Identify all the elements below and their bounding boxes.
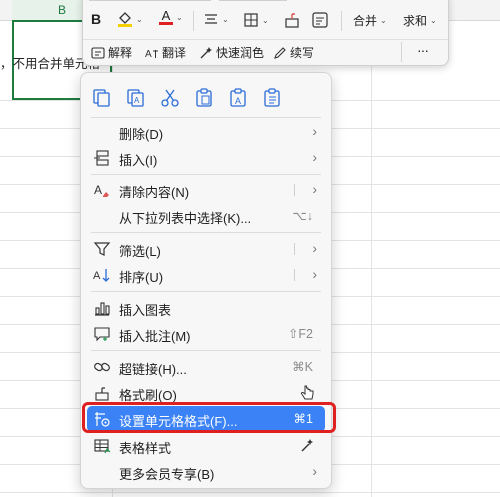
submenu-arrow-icon: ›: [312, 123, 317, 139]
table-style-icon: [94, 439, 111, 454]
merge-label: 合并: [353, 14, 378, 28]
menu-item-hyperlink[interactable]: 超链接(H)... ⌘K: [87, 354, 325, 380]
paste-icon[interactable]: [193, 87, 215, 109]
sort-icon: A: [93, 269, 110, 282]
font-color-letter: A: [161, 8, 171, 23]
sum-button[interactable]: 求和 ⌄: [403, 12, 437, 29]
format-painter-button[interactable]: [283, 11, 301, 29]
submenu-arrow-icon: ›: [312, 463, 317, 479]
quick-action-row: A A: [81, 81, 331, 115]
format-list-icon: [312, 12, 328, 28]
menu-item-label: 更多会员专享(B): [119, 467, 215, 482]
menu-item-sort[interactable]: A 排序(U) ›: [87, 262, 325, 288]
submenu-arrow-icon: ›: [312, 266, 317, 282]
menu-item-label: 筛选(L): [119, 244, 161, 259]
comment-icon: [94, 327, 110, 342]
align-center-icon: [205, 14, 217, 24]
menu-divider: [91, 232, 321, 233]
menu-item-label: 排序(U): [119, 270, 164, 285]
magic-wand-icon: [301, 439, 313, 452]
translate-label: 翻译: [162, 46, 187, 60]
border-icon: [244, 13, 258, 27]
sum-label: 求和: [403, 14, 428, 28]
paste-special-icon[interactable]: [261, 87, 283, 109]
more-options-button[interactable]: ···: [417, 42, 429, 58]
menu-divider: [91, 117, 321, 118]
pen-icon: [274, 46, 286, 59]
menu-item-label: 表格样式: [119, 441, 172, 456]
insert-rows-icon: [94, 150, 109, 166]
link-icon: [94, 362, 110, 372]
menu-divider: [91, 350, 321, 351]
svg-text:A: A: [235, 96, 241, 106]
menu-item-split: [294, 184, 295, 196]
menu-item-member-exclusive[interactable]: 更多会员专享(B) ›: [87, 459, 325, 485]
menu-item-label: 清除内容(N): [119, 185, 190, 200]
menu-item-label: 插入(I): [119, 153, 158, 168]
quick-polish-label: 快速润色: [216, 46, 265, 60]
quick-polish-button[interactable]: 快速润色: [199, 44, 264, 61]
magic-wand-icon: [200, 46, 212, 58]
filter-funnel-icon: [93, 242, 111, 256]
menu-item-label: 插入批注(M): [119, 329, 191, 344]
svg-text:A: A: [93, 270, 101, 282]
menu-item-insert-chart[interactable]: 插入图表: [87, 295, 325, 321]
chart-icon: [95, 302, 110, 316]
submenu-arrow-icon: ›: [312, 181, 317, 197]
copy-as-text-icon[interactable]: A: [125, 87, 147, 109]
merge-button[interactable]: 合并 ⌄: [353, 12, 387, 29]
menu-item-shortcut: ⌘K: [292, 360, 313, 374]
submenu-arrow-icon: ›: [312, 240, 317, 256]
font-name-field[interactable]: [89, 0, 211, 1]
menu-item-split: [294, 269, 295, 281]
menu-item-table-style[interactable]: 表格样式: [87, 433, 325, 459]
row-line: [0, 492, 500, 493]
continue-write-button[interactable]: 续写: [273, 44, 314, 61]
align-button[interactable]: ⌄: [203, 12, 229, 26]
format-painter-icon: [95, 387, 109, 401]
explain-label: 解释: [108, 46, 133, 60]
format-painter-icon: [285, 13, 299, 28]
menu-item-filter[interactable]: 筛选(L) ›: [87, 236, 325, 262]
svg-text:A: A: [94, 183, 102, 197]
toolbar-top-edge: [83, 0, 448, 1]
menu-item-insert[interactable]: 插入(I) ›: [87, 145, 325, 171]
svg-text:A: A: [145, 49, 152, 60]
clear-content-icon: A: [94, 183, 109, 197]
pointing-hand-icon: [300, 385, 314, 400]
explain-icon: [91, 46, 105, 59]
svg-text:A: A: [134, 96, 140, 105]
menu-item-delete[interactable]: 删除(D) ›: [87, 119, 325, 145]
menu-item-label: 超链接(H)...: [119, 362, 187, 377]
menu-item-split: [294, 243, 295, 255]
more-format-button[interactable]: [311, 11, 329, 29]
menu-item-pick-from-list[interactable]: 从下拉列表中选择(K)... ⌥↓: [87, 203, 325, 229]
explain-button[interactable]: 解释: [91, 44, 132, 61]
menu-item-label: 删除(D): [119, 127, 164, 142]
paste-text-icon[interactable]: A: [227, 87, 249, 109]
translate-button[interactable]: A 翻译: [145, 44, 186, 61]
menu-divider: [91, 174, 321, 175]
menu-item-label: 插入图表: [119, 303, 172, 318]
cut-icon[interactable]: [159, 87, 181, 109]
menu-item-shortcut: ⇧F2: [287, 327, 313, 341]
menu-item-label: 从下拉列表中选择(K)...: [119, 211, 252, 226]
font-color-button[interactable]: A ⌄: [159, 8, 183, 25]
border-button[interactable]: ⌄: [243, 12, 269, 28]
fill-bucket-icon: [118, 12, 132, 27]
continue-write-label: 续写: [290, 46, 315, 60]
font-size-field[interactable]: [219, 0, 287, 1]
menu-item-clear-content[interactable]: A 清除内容(N) ›: [87, 177, 325, 203]
translate-icon: A: [145, 49, 158, 60]
bold-button[interactable]: B: [91, 11, 101, 27]
format-toolbar: B ⌄ A ⌄ ⌄ ⌄ 合并 ⌄ 求和 ⌄ 解释 A 翻译 快速润色 续写 ··…: [82, 0, 449, 66]
fill-color-button[interactable]: ⌄: [117, 10, 143, 28]
submenu-arrow-icon: ›: [312, 149, 317, 165]
annotation-highlight-box: [82, 402, 336, 433]
column-line: [371, 20, 372, 497]
menu-item-insert-comment[interactable]: 插入批注(M) ⇧F2: [87, 321, 325, 347]
copy-icon[interactable]: [91, 87, 113, 109]
menu-item-shortcut: ⌥↓: [292, 209, 313, 223]
menu-divider: [91, 291, 321, 292]
